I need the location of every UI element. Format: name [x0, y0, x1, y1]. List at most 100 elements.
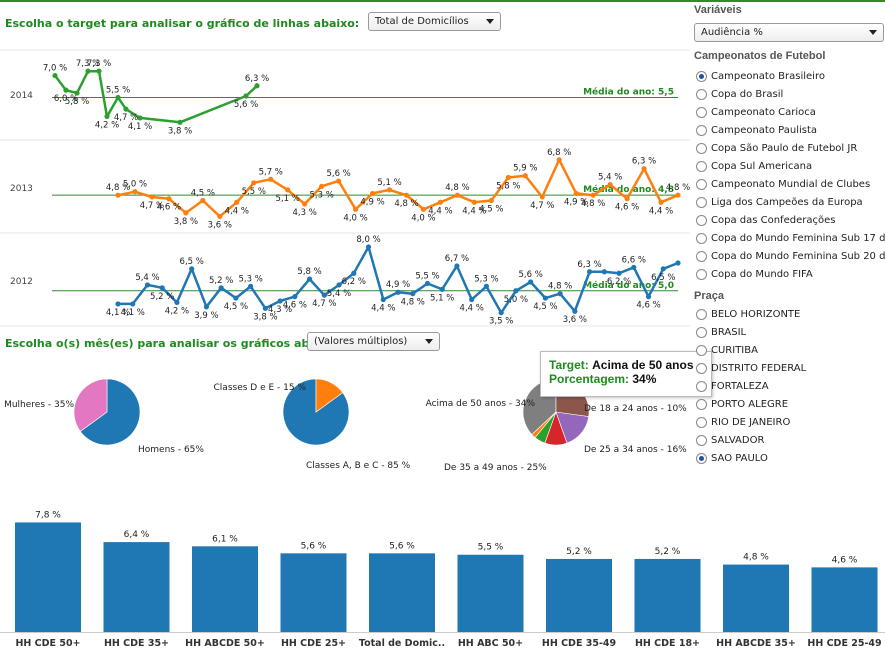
- praca-option-label: SALVADOR: [711, 434, 765, 446]
- bar-value-label: 6,1 %: [212, 534, 238, 544]
- data-point: [217, 213, 223, 219]
- radio-button[interactable]: [696, 106, 707, 118]
- campeonato-option-label: Copa do Mundo FIFA: [711, 268, 813, 280]
- praca-option[interactable]: SALVADOR: [696, 431, 885, 449]
- data-point: [675, 192, 681, 198]
- radio-button[interactable]: [696, 362, 707, 374]
- data-point: [149, 194, 155, 200]
- data-point: [63, 87, 69, 93]
- praca-option[interactable]: CURITIBA: [696, 341, 885, 359]
- campeonato-option-label: Campeonato Paulista: [711, 124, 818, 136]
- praca-option[interactable]: SAO PAULO: [696, 449, 885, 467]
- campeonato-option[interactable]: Copa do Mundo Feminina Sub 17 da...: [696, 229, 885, 247]
- praca-option[interactable]: BRASIL: [696, 323, 885, 341]
- bar-category-label: HH CDE 18+: [635, 638, 700, 649]
- radio-button[interactable]: [696, 142, 707, 154]
- data-label: 4,8 %: [394, 199, 418, 209]
- radio-button[interactable]: [696, 416, 707, 428]
- data-label: 5,4 %: [135, 273, 159, 283]
- data-label: 6,2 %: [607, 277, 631, 287]
- data-label: 4,6 %: [615, 203, 639, 213]
- data-point: [616, 270, 622, 276]
- campeonato-option[interactable]: Copa das Confederações: [696, 211, 885, 229]
- campeonato-option[interactable]: Copa do Brasil: [696, 85, 885, 103]
- campeonato-option[interactable]: Copa do Mundo Feminina Sub 20 da...: [696, 247, 885, 265]
- radio-button[interactable]: [696, 398, 707, 410]
- bar-value-label: 5,2 %: [655, 547, 681, 557]
- radio-button[interactable]: [696, 196, 707, 208]
- pie-label: De 35 a 49 anos - 25%: [444, 463, 547, 473]
- bar: [15, 522, 81, 632]
- data-point: [218, 285, 224, 291]
- data-point: [96, 68, 102, 74]
- data-point: [488, 197, 494, 204]
- data-label: 4,1 %: [128, 122, 152, 132]
- campeonato-option[interactable]: Campeonato Paulista: [696, 121, 885, 139]
- target-dropdown[interactable]: Total de Domicílios: [368, 12, 501, 31]
- bar-category-label: HH CDE 35-49: [542, 638, 616, 649]
- variaveis-dropdown[interactable]: Audiência %: [694, 23, 884, 42]
- radio-button[interactable]: [696, 214, 707, 226]
- campeonato-option[interactable]: Copa São Paulo de Futebol JR: [696, 139, 885, 157]
- radio-button[interactable]: [696, 452, 707, 464]
- praca-option[interactable]: FORTALEZA: [696, 377, 885, 395]
- praca-option[interactable]: BELO HORIZONTE: [696, 305, 885, 323]
- campeonato-option[interactable]: Campeonato Brasileiro: [696, 67, 885, 85]
- radio-button[interactable]: [696, 250, 707, 262]
- data-point: [268, 176, 274, 182]
- data-point: [203, 304, 210, 310]
- radio-button[interactable]: [696, 308, 707, 320]
- radio-button[interactable]: [696, 178, 707, 190]
- data-point: [454, 192, 460, 198]
- pie-label: Classes D e E - 15 %: [214, 383, 307, 393]
- radio-button[interactable]: [696, 88, 707, 100]
- radio-button[interactable]: [696, 124, 707, 136]
- variaveis-heading: Variáveis: [694, 4, 742, 16]
- data-label: 5,5 %: [415, 271, 439, 281]
- campeonato-option[interactable]: Copa Sul Americana: [696, 157, 885, 175]
- radio-button[interactable]: [696, 268, 707, 280]
- pie-tooltip: Target: Acima de 50 anos Porcentagem: 34…: [540, 351, 712, 397]
- praca-option-label: RIO DE JANEIRO: [711, 416, 791, 428]
- data-label: 5,0 %: [123, 180, 147, 190]
- radio-button[interactable]: [696, 344, 707, 356]
- campeonato-option[interactable]: Campeonato Carioca: [696, 103, 885, 121]
- data-point: [292, 294, 298, 300]
- campeonato-option[interactable]: Liga dos Campeões da Europa: [696, 193, 885, 211]
- radio-button[interactable]: [696, 434, 707, 446]
- praca-option[interactable]: RIO DE JANEIRO: [696, 413, 885, 431]
- bar-category-label: HH CDE 25-49: [807, 638, 881, 649]
- campeonato-option[interactable]: Copa do Mundo FIFA: [696, 265, 885, 283]
- bar: [811, 567, 878, 632]
- radio-button[interactable]: [696, 380, 707, 392]
- radio-button[interactable]: [696, 70, 707, 82]
- data-point: [302, 201, 308, 207]
- data-point: [641, 166, 647, 172]
- data-label: 4,0 %: [343, 213, 367, 223]
- radio-button[interactable]: [696, 326, 707, 338]
- radio-button[interactable]: [696, 232, 707, 244]
- campeonatos-heading: Campeonatos de Futebol: [694, 50, 826, 62]
- data-label: 4,4 %: [225, 206, 249, 216]
- campeonato-option[interactable]: Campeonato Mundial de Clubes: [696, 175, 885, 193]
- data-label: 4,8 %: [548, 282, 572, 292]
- radio-button[interactable]: [696, 160, 707, 172]
- data-label: 6,3 %: [577, 260, 601, 270]
- pie-label: Acima de 50 anos - 34%: [426, 399, 536, 409]
- chevron-down-icon: [486, 19, 494, 24]
- pie-classes: Classes A, B e C - 85 % Classes D e E - 1…: [214, 378, 411, 471]
- data-label: 5,1 %: [276, 194, 300, 204]
- praca-option[interactable]: PORTO ALEGRE: [696, 395, 885, 413]
- praca-option-label: SAO PAULO: [711, 452, 768, 464]
- data-label: 5,4 %: [327, 289, 351, 299]
- bar-value-label: 7,8 %: [35, 510, 61, 520]
- data-label: 5,6 %: [518, 270, 542, 280]
- data-point: [528, 279, 534, 285]
- campeonato-option-label: Campeonato Carioca: [711, 106, 816, 118]
- data-point: [557, 291, 563, 297]
- data-point: [115, 192, 121, 198]
- data-point: [424, 280, 431, 287]
- data-point: [200, 197, 206, 204]
- praca-option[interactable]: DISTRITO FEDERAL: [696, 359, 885, 377]
- month-dropdown[interactable]: (Valores múltiplos): [307, 332, 440, 351]
